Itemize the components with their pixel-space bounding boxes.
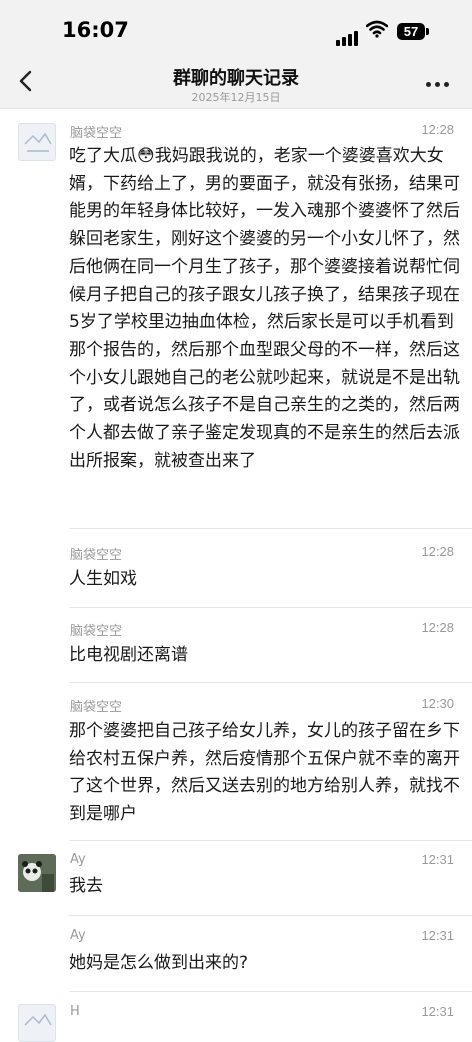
sender-name: 脑袋空空 (70, 700, 123, 715)
sender-name: 脑袋空空 (70, 624, 123, 639)
cellular-signal-icon (336, 27, 360, 46)
sender-name: H (70, 1004, 80, 1019)
message-text: 我去 (69, 876, 103, 896)
message-text: 人生如戏 (69, 569, 137, 589)
nav-bar: 群聊的聊天记录 2025年12月15日 (0, 58, 472, 109)
sender-name: 脑袋空空 (70, 126, 123, 141)
status-time: 16:07 (62, 18, 129, 42)
avatar[interactable] (18, 854, 56, 892)
message-text: 她妈是怎么做到出来的? (69, 953, 249, 973)
message-time: 12:30 (421, 696, 454, 711)
message-time: 12:28 (421, 620, 454, 635)
sender-name: Ay (70, 928, 86, 943)
divider (69, 607, 472, 608)
divider (69, 840, 472, 841)
avatar[interactable] (18, 123, 56, 161)
divider (69, 915, 472, 916)
message-time: 12:31 (421, 1004, 454, 1019)
divider (69, 528, 472, 529)
message-text: 那个婆婆把自己孩子给女儿养，女儿的孩子留在乡下给农村五保户养，然后疫情那个五保户… (69, 721, 460, 825)
logo-avatar-icon (24, 132, 52, 152)
message-text: 比电视剧还离谱 (69, 645, 188, 665)
message-text: 吃了大瓜😳我妈跟我说的，老家一个婆婆喜欢大女婿，下药给上了，男的要面子，就没有张… (69, 146, 460, 471)
avatar[interactable] (18, 1004, 56, 1042)
page-title: 群聊的聊天记录 (173, 68, 299, 89)
message-time: 12:31 (421, 852, 454, 867)
message-time: 12:31 (421, 928, 454, 943)
divider (69, 991, 472, 992)
panda-avatar-icon (18, 854, 56, 892)
sender-name: 脑袋空空 (70, 548, 123, 563)
battery-icon: 57 (397, 23, 429, 40)
message-time: 12:28 (421, 544, 454, 559)
sender-name: Ay (70, 852, 86, 867)
wifi-icon (366, 20, 388, 38)
message-time: 12:28 (421, 122, 454, 137)
page-subtitle-date: 2025年12月15日 (191, 91, 281, 104)
status-bar: 16:07 57 (0, 0, 472, 58)
divider (69, 682, 472, 683)
more-options-icon[interactable] (426, 72, 462, 92)
